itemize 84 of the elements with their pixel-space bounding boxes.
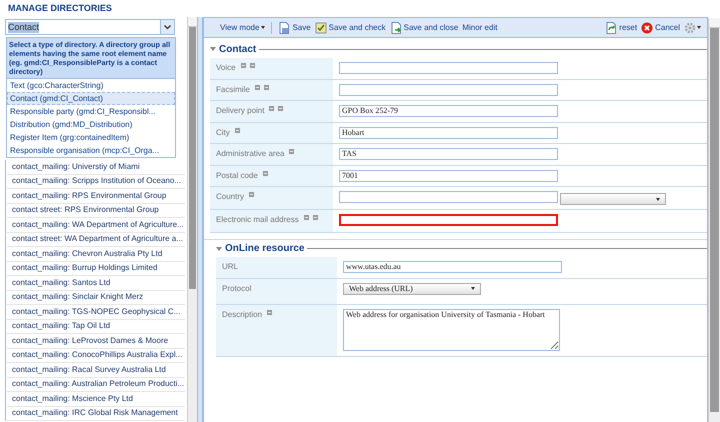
dropdown-option[interactable]: Contact (gmd:CI_Contact) [7,92,175,105]
refresh-document-icon [605,22,618,34]
field-label: Postal code [216,170,258,182]
expanded-triangle-icon[interactable] [216,246,222,252]
close-circle-icon [641,22,654,34]
remove-icon[interactable] [249,192,254,197]
directory-entry[interactable]: contact_mailing: Racal Survey Australia Ltd [7,363,185,378]
directory-entry[interactable]: contact_mailing: IRC Global Risk Management [7,406,185,421]
reset-button[interactable]: reset [605,22,638,34]
directory-entry[interactable]: contact_mailing: ConocoPhillips Australia Expl... [7,348,185,363]
page-title: MANAGE DIRECTORIES [8,2,112,15]
remove-icon[interactable] [267,310,272,314]
directory-entry[interactable]: contact_mailing: Sinclair Knight Merz [7,290,185,305]
dropdown-option[interactable]: Responsible party (gmd:CI_Responsibl... [7,105,175,118]
dropdown-option[interactable]: Text (gco:CharacterString) [7,79,175,92]
dropdown-option[interactable]: Responsible organisation (mcp:CI_Orga... [7,144,175,157]
settings-icon [684,22,696,34]
dropdown-option[interactable]: Register Item (grg:containedItem) [7,131,175,144]
field-label: Administrative area [216,148,284,160]
directory-type-dropdown[interactable]: Contact [5,19,175,35]
remove-icon[interactable] [264,84,269,90]
remove-icon[interactable] [278,106,284,111]
input-field[interactable]: 7001 [339,170,558,182]
remove-icon[interactable] [262,170,268,176]
scrollbar[interactable] [187,17,197,422]
protocol-select[interactable]: Web address (URL) [343,282,481,294]
directory-entry[interactable]: contact street: WA Department of Agriculture a... [7,232,185,247]
save-and-check-button[interactable]: Save and check [314,22,386,34]
document-check-icon [314,22,327,34]
input-field[interactable] [339,62,558,74]
directory-entry[interactable]: contact_mailing: RPS Environmental Group [7,189,185,204]
input-field[interactable]: Hobart [339,126,558,138]
settings-menu[interactable] [684,22,701,34]
splitter[interactable] [197,17,203,422]
input-field[interactable] [339,84,558,96]
directory-entry[interactable]: contact_mailing: Burrup Holdings Limited [7,262,185,276]
minor-edit-button[interactable]: Minor edit [462,22,498,34]
field-label: City [216,126,230,138]
remove-icon[interactable] [234,128,240,132]
remove-icon[interactable] [312,215,318,220]
save-and-close-button[interactable]: Save and close [390,22,458,34]
directory-entry[interactable]: contact_mailing: Universtiy of Miami [7,160,185,174]
field-label: Facsimile [216,84,250,96]
cancel-button[interactable]: Cancel [641,22,680,34]
description-text-area[interactable]: Web address for organisation University of Tasmania - Hobart [343,308,560,350]
field-label: Protocol [222,282,252,294]
directory-entry[interactable]: contact_mailing: Tap Oil Ltd [7,320,185,334]
caret-icon [697,26,701,29]
field-label: Country [216,191,244,203]
input-field[interactable]: www.utas.edu.au [343,261,562,273]
dropdown-option[interactable]: Distribution (gmd:MD_Distribution) [7,118,175,131]
document-icon [278,22,290,34]
input-field[interactable] [339,214,558,226]
caret-icon [656,198,660,200]
field-label: Electronic mail address [216,214,299,226]
country-select[interactable] [560,193,666,205]
input-field[interactable]: GPO Box 252-79 [339,105,558,117]
scrollbar[interactable] [708,18,720,422]
view-mode-menu[interactable]: View mode [220,22,266,34]
directory-entry[interactable]: contact_mailing: TGS-NOPEC Geophysical C... [7,305,185,320]
field-label: Description [222,308,262,320]
save-button[interactable]: Save [278,22,311,34]
field-label: Voice [216,62,236,74]
caret-icon [261,26,266,29]
section-title: OnLine resource [225,242,304,256]
expanded-triangle-icon[interactable] [210,46,216,52]
input-field[interactable]: TAS [339,148,558,160]
field-label: URL [222,261,238,273]
directory-entry[interactable]: contact_mailing: Chevron Australia Pty Ltd [7,247,185,262]
section-title: Contact [219,42,256,56]
caret-icon [471,287,475,290]
input-field[interactable] [339,191,558,203]
document-arrow-icon [390,22,402,34]
directory-entry[interactable]: contact_mailing: Australian Petroleum Producti... [7,378,185,392]
directory-entry[interactable]: contact_mailing: Scripps Institution of Oceano... [7,174,185,189]
field-label: Delivery point [216,105,264,117]
chevron-down-icon [164,24,171,30]
remove-icon[interactable] [289,149,294,154]
directory-entry[interactable]: contact_mailing: WA Department of Agriculture... [7,218,185,232]
directory-entry[interactable]: contact street: RPS Environmental Group [7,204,185,218]
directory-entry[interactable]: contact_mailing: Mscience Pty Ltd [7,392,185,406]
directory-entry[interactable]: contact_mailing: Santos Ltd [7,276,185,290]
directory-entry[interactable]: contact_mailing: LeProvost Dames & Moore [7,334,185,348]
remove-icon[interactable] [250,63,255,68]
